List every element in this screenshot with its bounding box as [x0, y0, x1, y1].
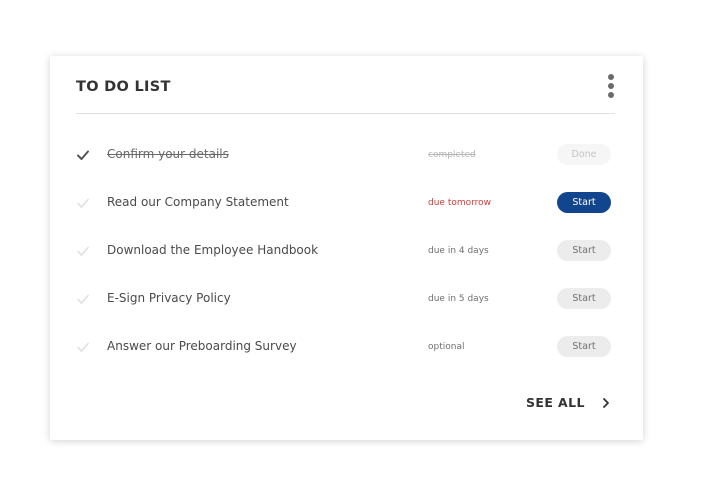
done-button: Done — [557, 144, 611, 165]
task-label: Answer our Preboarding Survey — [107, 339, 297, 353]
check-icon — [77, 246, 89, 256]
todo-item-privacy-policy: E-Sign Privacy Policy due in 5 days Star… — [76, 285, 615, 315]
start-button[interactable]: Start — [557, 192, 611, 213]
task-label: Download the Employee Handbook — [107, 243, 319, 257]
todo-item-confirm-details: Confirm your details completed Done — [76, 141, 615, 171]
check-icon — [77, 198, 89, 208]
todo-card: TO DO LIST Confirm your details complete… — [50, 56, 643, 440]
todo-item-employee-handbook: Download the Employee Handbook due in 4 … — [76, 237, 615, 267]
task-status: due in 5 days — [428, 294, 489, 304]
check-icon — [77, 342, 89, 352]
check-icon — [77, 294, 89, 304]
todo-item-company-statement: Read our Company Statement due tomorrow … — [76, 189, 615, 219]
task-status: completed — [428, 150, 476, 160]
task-status: due tomorrow — [428, 198, 492, 208]
chevron-right-icon — [603, 398, 609, 408]
task-status: optional — [428, 342, 465, 352]
header-divider — [76, 113, 615, 114]
check-icon — [77, 150, 89, 160]
task-label: E-Sign Privacy Policy — [107, 291, 231, 305]
todo-item-preboarding-survey: Answer our Preboarding Survey optional S… — [76, 333, 615, 363]
kebab-menu-icon[interactable] — [607, 74, 615, 100]
see-all-label: SEE ALL — [526, 395, 585, 410]
card-title: TO DO LIST — [76, 79, 171, 95]
task-label: Read our Company Statement — [107, 195, 289, 209]
start-button[interactable]: Start — [557, 240, 611, 261]
task-label: Confirm your details — [107, 147, 229, 161]
see-all-link[interactable]: SEE ALL — [526, 393, 616, 413]
task-status: due in 4 days — [428, 246, 489, 256]
start-button[interactable]: Start — [557, 336, 611, 357]
start-button[interactable]: Start — [557, 288, 611, 309]
